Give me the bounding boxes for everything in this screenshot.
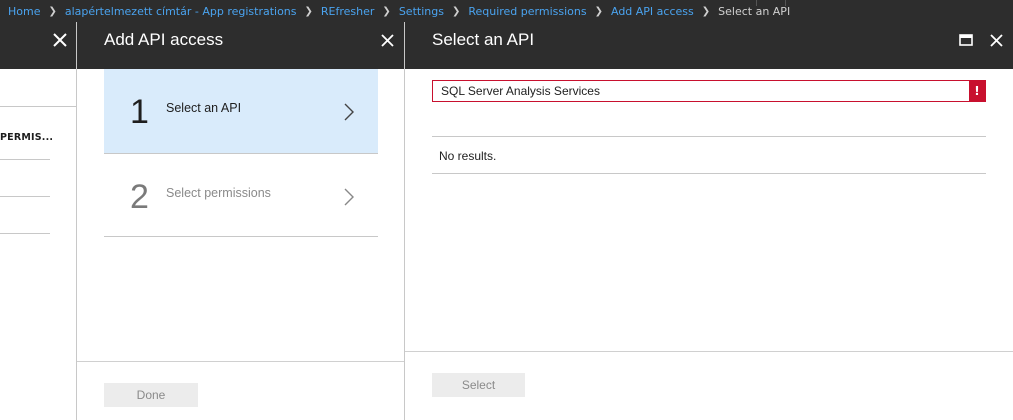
breadcrumb-app-registrations[interactable]: alapértelmezett címtár - App registratio… [65,5,297,18]
table-row-divider [0,233,50,234]
chevron-right-icon: ❯ [594,5,603,17]
maximize-icon[interactable] [956,30,976,50]
chevron-right-icon: ❯ [304,5,313,17]
chevron-right-icon: ❯ [48,5,57,17]
permissions-column-header[interactable]: PERMIS... [0,132,53,143]
divider [0,106,76,107]
chevron-right-icon: ❯ [451,5,461,17]
chevron-right-icon: ❯ [382,5,391,17]
step-select-api[interactable]: 1 Select an API [104,69,378,153]
topbar-divider [756,0,757,6]
step-number: 2 [130,178,149,216]
footer-divider [405,351,1013,352]
chevron-right-icon [338,101,360,123]
blade-header: Add API access [77,22,404,69]
blade-title: Add API access [104,30,224,49]
results-divider [432,173,986,174]
breadcrumb: Home ❯ alapértelmezett címtár - App regi… [0,0,1013,22]
breadcrumb-add-api-access[interactable]: Add API access [611,5,694,18]
step-label: Select permissions [166,186,271,200]
breadcrumb-home[interactable]: Home [8,5,40,18]
step-label: Select an API [166,101,242,115]
table-row-divider [0,159,50,160]
error-icon: ! [969,81,985,101]
select-button[interactable]: Select [432,373,525,397]
topbar-divider [785,0,786,6]
footer-divider [77,361,404,362]
breadcrumb-current: Select an API [718,4,791,18]
results-divider [432,136,986,137]
breadcrumb-required-permissions[interactable]: Required permissions [468,5,586,18]
breadcrumb-settings[interactable]: Settings [399,5,444,18]
required-permissions-blade: PERMIS... [0,22,77,420]
api-search-input[interactable] [433,81,969,101]
step-select-permissions[interactable]: 2 Select permissions [104,153,378,237]
chevron-right-icon: ❯ [701,5,711,17]
select-api-blade: Select an API ! No results. Select [405,22,1013,420]
breadcrumb-refresher[interactable]: REfresher [321,5,375,18]
close-icon[interactable] [986,30,1006,50]
done-button[interactable]: Done [104,383,198,407]
blade-title: Select an API [432,30,535,49]
add-api-access-blade: Add API access 1 Select an API 2 Select … [77,22,405,420]
api-search-field: ! [432,80,986,102]
no-results-text: No results. [439,149,497,163]
close-icon[interactable] [50,30,70,50]
table-row-divider [0,196,50,197]
blade-header [0,22,76,69]
chevron-right-icon [338,186,360,208]
blade-header: Select an API [405,22,1013,69]
close-icon[interactable] [377,30,397,50]
step-number: 1 [130,93,149,131]
